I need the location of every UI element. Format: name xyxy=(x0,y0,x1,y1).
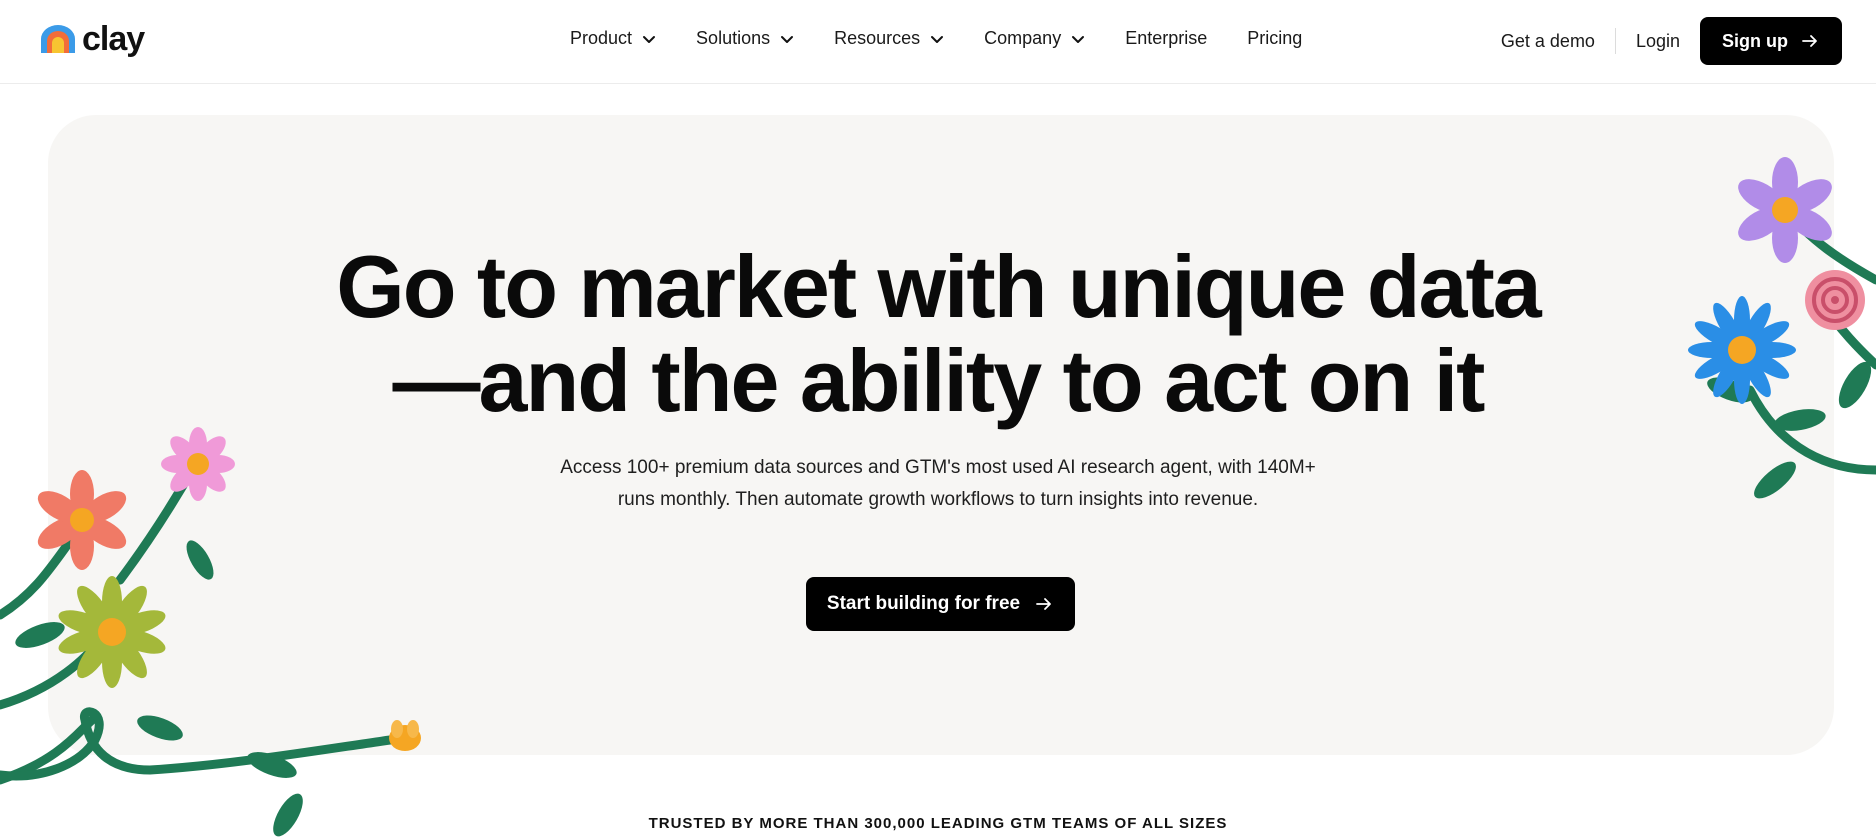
nav-item-solutions[interactable]: Solutions xyxy=(696,28,794,49)
header-actions: Get a demo Login Sign up xyxy=(1501,17,1842,65)
nav-item-pricing[interactable]: Pricing xyxy=(1247,28,1302,49)
nav-item-label: Enterprise xyxy=(1125,28,1208,48)
nav-item-label: Company xyxy=(984,28,1062,48)
pink-flower-icon xyxy=(161,427,235,501)
main-nav: Product Solutions Resources Company Ente… xyxy=(570,28,1342,49)
nav-item-enterprise[interactable]: Enterprise xyxy=(1125,28,1207,49)
header-divider xyxy=(1614,28,1616,54)
nav-item-label: Pricing xyxy=(1247,28,1303,48)
orange-bud-icon xyxy=(389,720,421,751)
nav-item-resources[interactable]: Resources xyxy=(834,28,944,49)
trusted-by-label: TRUSTED BY MORE THAN 300,000 LEADING GTM… xyxy=(648,815,1228,832)
leaf-icon xyxy=(137,715,183,741)
site-header: clay Product Solutions Resources Company… xyxy=(0,0,1876,84)
headline-line-2: —and the ability to act on it xyxy=(392,331,1486,430)
login-link[interactable]: Login xyxy=(1636,31,1680,52)
headline-line-1: Go to market with unique data xyxy=(336,237,1541,336)
nav-item-product[interactable]: Product xyxy=(570,28,656,49)
chevron-down-icon xyxy=(931,35,944,43)
signup-label: Sign up xyxy=(1722,30,1788,51)
clay-logo[interactable]: clay xyxy=(38,20,145,58)
page: clay Product Solutions Resources Company… xyxy=(0,0,1876,837)
logo-wordmark: clay xyxy=(82,20,145,58)
left-flowers-illustration xyxy=(0,427,421,837)
arrow-right-icon xyxy=(1802,35,1817,47)
salmon-flower-icon xyxy=(37,470,127,570)
start-building-button[interactable]: Start building for free xyxy=(806,577,1075,631)
chevron-down-icon xyxy=(643,35,656,43)
get-demo-link[interactable]: Get a demo xyxy=(1501,31,1595,52)
signup-button[interactable]: Sign up xyxy=(1700,17,1842,65)
nav-item-label: Resources xyxy=(834,28,921,48)
chevron-down-icon xyxy=(781,35,794,43)
clay-arch-logo-icon xyxy=(41,25,75,53)
cta-label: Start building for free xyxy=(826,593,1021,614)
leaf-icon xyxy=(1754,461,1796,499)
nav-item-company[interactable]: Company xyxy=(984,28,1085,49)
leaf-icon xyxy=(186,540,214,580)
hero-subtext: Access 100+ premium data sources and GTM… xyxy=(560,457,1316,510)
arrow-right-icon xyxy=(1036,598,1051,610)
chevron-down-icon xyxy=(1072,35,1085,43)
hero-headline: Go to market with unique data —and the a… xyxy=(0,240,1876,428)
nav-item-label: Solutions xyxy=(696,28,771,48)
nav-item-label: Product xyxy=(570,28,633,48)
